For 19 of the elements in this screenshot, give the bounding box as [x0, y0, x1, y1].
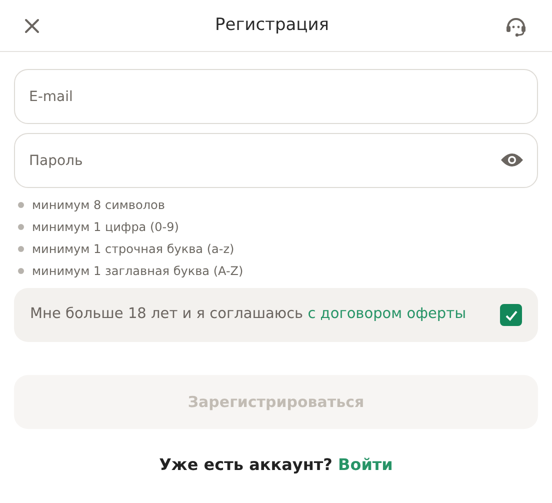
close-button[interactable]	[24, 18, 40, 34]
password-rule: минимум 1 строчная буква (a-z)	[32, 241, 234, 258]
agreement-checkbox[interactable]	[500, 304, 522, 326]
page-title: Регистрация	[215, 14, 329, 37]
show-password-icon[interactable]	[500, 152, 524, 168]
login-link[interactable]: Войти	[338, 455, 393, 474]
input-field[interactable]: E-mail	[14, 69, 538, 124]
bullet-icon	[18, 224, 24, 230]
password-rule: минимум 1 цифра (0-9)	[32, 219, 179, 236]
login-prompt: Уже есть аккаунт? Войти	[159, 455, 393, 474]
bullet-icon	[18, 202, 24, 208]
password-rule: минимум 8 символов	[32, 197, 165, 214]
bullet-icon	[18, 246, 24, 252]
offer-link[interactable]: с договором оферты	[308, 306, 466, 322]
input-field[interactable]: Пароль	[14, 133, 538, 188]
agreement-text: Мне больше 18 лет и я соглашаюсь с договором оферты	[30, 305, 466, 324]
bullet-icon	[18, 268, 24, 274]
checkmark-icon	[504, 310, 518, 320]
password-rule: минимум 1 заглавная буква (A-Z)	[32, 263, 244, 280]
